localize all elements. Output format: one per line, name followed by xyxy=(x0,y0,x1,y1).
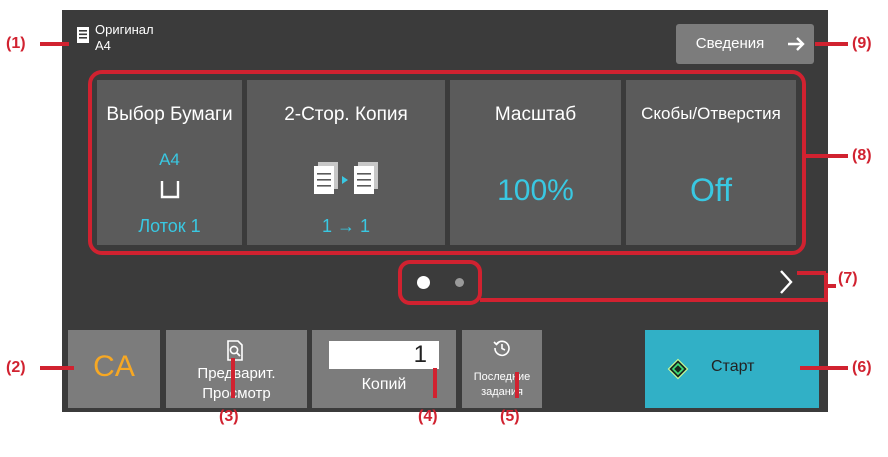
callout-lines xyxy=(40,42,848,398)
callout-2: (2) xyxy=(6,359,26,376)
callout-3: (3) xyxy=(219,408,239,425)
callout-9: (9) xyxy=(852,35,872,52)
callout-6: (6) xyxy=(852,359,872,376)
callout-5: (5) xyxy=(500,408,520,425)
callout-4: (4) xyxy=(418,408,438,425)
callout-1: (1) xyxy=(6,35,26,52)
callout-7: (7) xyxy=(838,270,858,287)
callout-8: (8) xyxy=(852,147,872,164)
